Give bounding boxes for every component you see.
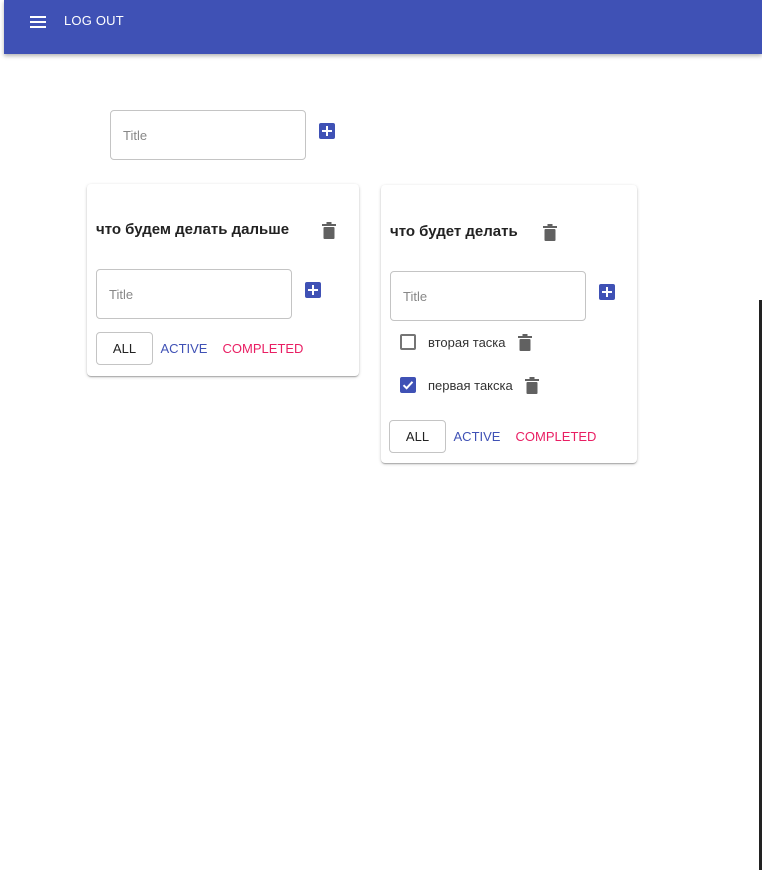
task-checkbox[interactable] <box>400 334 416 350</box>
task-title-input[interactable] <box>109 286 279 302</box>
filter-completed-button[interactable]: COMPLETED <box>220 332 306 365</box>
hamburger-menu-icon[interactable] <box>28 13 50 31</box>
filter-all-button[interactable]: ALL <box>96 332 153 365</box>
task-item: первая такска <box>400 373 539 397</box>
task-title-field[interactable] <box>96 269 292 319</box>
trash-icon[interactable] <box>517 333 532 351</box>
task-label: первая такска <box>428 377 513 393</box>
todo-list-card: что будем делать дальше ALL ACTIVE COMPL… <box>87 184 359 376</box>
app-bar: LOG OUT <box>4 0 762 54</box>
todo-list-card: что будет делать вторая таска первая так… <box>381 185 637 463</box>
logout-button[interactable]: LOG OUT <box>64 13 124 28</box>
filter-active-button[interactable]: ACTIVE <box>159 332 209 365</box>
task-label: вторая таска <box>428 334 506 350</box>
plus-box-icon[interactable] <box>319 123 335 139</box>
filter-completed-button[interactable]: COMPLETED <box>513 420 599 453</box>
task-item: вторая таска <box>400 330 532 354</box>
trash-icon[interactable] <box>524 376 539 394</box>
todo-list-title: что будем делать дальше <box>96 221 290 238</box>
plus-box-icon[interactable] <box>599 284 615 300</box>
task-title-input[interactable] <box>403 288 573 304</box>
new-list-title-field[interactable] <box>110 110 306 160</box>
plus-box-icon[interactable] <box>305 282 321 298</box>
filter-active-button[interactable]: ACTIVE <box>452 420 502 453</box>
trash-icon[interactable] <box>322 222 336 239</box>
trash-icon[interactable] <box>543 224 557 241</box>
task-title-field[interactable] <box>390 271 586 321</box>
task-checkbox-checked[interactable] <box>400 377 416 393</box>
filter-all-button[interactable]: ALL <box>389 420 446 453</box>
checkmark-icon <box>402 381 414 390</box>
new-list-title-input[interactable] <box>123 127 293 143</box>
todo-list-title: что будет делать <box>390 223 518 240</box>
